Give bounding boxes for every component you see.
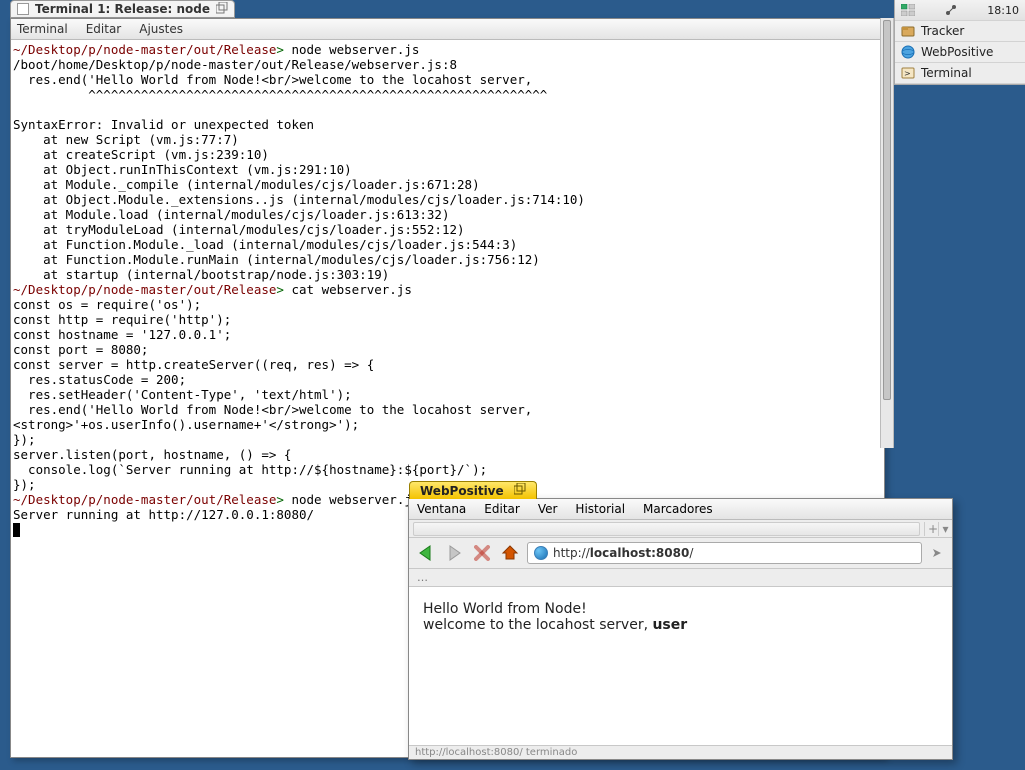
term-line: res.end('Hello World from Node!<br/>welc…	[13, 72, 532, 87]
terminal-icon: >	[901, 66, 915, 80]
cmd-line: node webserver.js	[291, 492, 419, 507]
stk: at tryModuleLoad (internal/modules/cjs/l…	[13, 222, 465, 237]
browser-tab[interactable]	[413, 522, 920, 536]
forward-button[interactable]	[443, 542, 465, 564]
code: const hostname = '127.0.0.1';	[13, 327, 231, 342]
menu-ver[interactable]: Ver	[538, 502, 558, 516]
stop-button[interactable]	[471, 542, 493, 564]
menu-marcadores[interactable]: Marcadores	[643, 502, 713, 516]
menu-historial[interactable]: Historial	[575, 502, 625, 516]
terminal-cursor	[13, 523, 20, 537]
code: server.listen(port, hostname, () => {	[13, 447, 291, 462]
term-line: Server running at http://127.0.0.1:8080/	[13, 507, 314, 522]
content-username: user	[652, 617, 687, 633]
scrollbar-thumb[interactable]	[883, 20, 891, 400]
menu-ajustes[interactable]: Ajustes	[139, 22, 183, 36]
home-button[interactable]	[499, 542, 521, 564]
webpositive-icon	[901, 45, 915, 59]
code: const port = 8080;	[13, 342, 148, 357]
webpositive-title: WebPositive	[420, 484, 504, 498]
code: });	[13, 477, 36, 492]
page-content: Hello World from Node! welcome to the lo…	[409, 587, 952, 747]
code: <strong>'+os.userInfo().username+'</stro…	[13, 417, 359, 432]
tab-dropdown-icon[interactable]: ▾	[938, 522, 952, 536]
stk: at createScript (vm.js:239:10)	[13, 147, 269, 162]
terminal-menubar: Terminal Editar Ajustes	[11, 19, 884, 40]
deskbar-app-label: Terminal	[921, 66, 972, 80]
terminal-body[interactable]: ~/Desktop/p/node-master/out/Release> nod…	[11, 40, 884, 539]
webpositive-menubar: Ventana Editar Ver Historial Marcadores	[409, 499, 952, 520]
deskbar-tray[interactable]: 18:10	[895, 0, 1025, 21]
svg-text:>: >	[904, 69, 911, 78]
stk: at Object.runInThisContext (vm.js:291:10…	[13, 162, 352, 177]
prompt-path: ~/Desktop/p/node-master/out/Release	[13, 492, 276, 507]
terminal-title: Terminal 1: Release: node	[35, 2, 210, 16]
code: });	[13, 432, 36, 447]
stk: at Function.Module._load (internal/modul…	[13, 237, 517, 252]
code: res.end('Hello World from Node!<br/>welc…	[13, 402, 532, 417]
tracker-icon	[901, 24, 915, 38]
terminal-stack-icon[interactable]	[216, 2, 228, 17]
stk: at Function.Module.runMain (internal/mod…	[13, 252, 540, 267]
deskbar-app-label: WebPositive	[921, 45, 993, 59]
prompt-path: ~/Desktop/p/node-master/out/Release	[13, 42, 276, 57]
browser-tabstrip: + ▾	[409, 520, 952, 538]
term-line: ^^^^^^^^^^^^^^^^^^^^^^^^^^^^^^^^^^^^^^^^…	[13, 87, 547, 102]
menu-editar[interactable]: Editar	[484, 502, 520, 516]
code: const http = require('http');	[13, 312, 231, 327]
stk: at Object.Module._extensions..js (intern…	[13, 192, 585, 207]
code: const os = require('os');	[13, 297, 201, 312]
prompt-gt: >	[276, 282, 284, 297]
cmd-line: node webserver.js	[291, 42, 419, 57]
url-prefix: http://	[553, 546, 590, 560]
webpositive-window: WebPositive Ventana Editar Ver Historial…	[408, 498, 953, 760]
deskbar-app-label: Tracker	[921, 24, 964, 38]
code: res.setHeader('Content-Type', 'text/html…	[13, 387, 352, 402]
stk: at new Script (vm.js:77:7)	[13, 132, 239, 147]
deskbar-app-tracker[interactable]: Tracker	[895, 21, 1025, 42]
tray-network-icon[interactable]	[944, 3, 958, 17]
cmd-line: cat webserver.js	[291, 282, 411, 297]
url-suffix: /	[689, 546, 693, 560]
code: console.log(`Server running at http://${…	[13, 462, 487, 477]
menu-ventana[interactable]: Ventana	[417, 502, 466, 516]
loading-status: …	[409, 569, 952, 587]
url-host: localhost:8080	[590, 546, 690, 560]
stk: at Module.load (internal/modules/cjs/loa…	[13, 207, 450, 222]
terminal-window-tab[interactable]: Terminal 1: Release: node	[10, 0, 235, 18]
code: const server = http.createServer((req, r…	[13, 357, 374, 372]
tray-workspaces-icon[interactable]	[901, 3, 915, 17]
deskbar-app-webpositive[interactable]: WebPositive	[895, 42, 1025, 63]
menu-terminal[interactable]: Terminal	[17, 22, 68, 36]
statusbar: http://localhost:8080/ terminado	[409, 745, 952, 759]
browser-toolbar: http://localhost:8080/	[409, 538, 952, 569]
menu-editar[interactable]: Editar	[86, 22, 122, 36]
content-text: welcome to the locahost server,	[423, 617, 652, 633]
url-text: http://localhost:8080/	[553, 546, 693, 560]
content-line: Hello World from Node!	[423, 601, 938, 617]
window-stack-icon[interactable]	[514, 483, 526, 498]
go-button[interactable]	[928, 544, 946, 562]
content-line: welcome to the locahost server, user	[423, 617, 938, 633]
site-globe-icon	[534, 546, 548, 560]
deskbar: 18:10 Tracker WebPositive > Terminal	[894, 0, 1025, 85]
prompt-gt: >	[276, 492, 284, 507]
term-line: /boot/home/Desktop/p/node-master/out/Rel…	[13, 57, 457, 72]
term-line: SyntaxError: Invalid or unexpected token	[13, 117, 314, 132]
back-button[interactable]	[415, 542, 437, 564]
address-bar[interactable]: http://localhost:8080/	[527, 542, 922, 564]
webpositive-window-tab[interactable]: WebPositive	[409, 481, 537, 499]
background-window-scrollbar[interactable]	[880, 18, 894, 448]
terminal-close-icon[interactable]	[17, 3, 29, 15]
prompt-path: ~/Desktop/p/node-master/out/Release	[13, 282, 276, 297]
prompt-gt: >	[276, 42, 284, 57]
stk: at startup (internal/bootstrap/node.js:3…	[13, 267, 389, 282]
new-tab-button[interactable]: +	[924, 522, 938, 536]
stk: at Module._compile (internal/modules/cjs…	[13, 177, 480, 192]
deskbar-app-terminal[interactable]: > Terminal	[895, 63, 1025, 84]
code: res.statusCode = 200;	[13, 372, 186, 387]
tray-clock[interactable]: 18:10	[987, 4, 1019, 17]
